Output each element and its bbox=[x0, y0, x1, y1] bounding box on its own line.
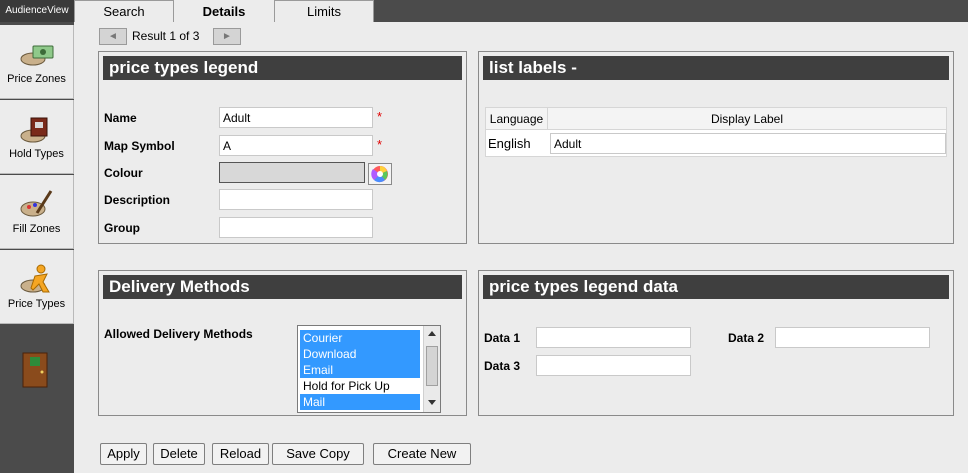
group-input[interactable] bbox=[219, 217, 373, 238]
data-2-input[interactable] bbox=[775, 327, 930, 348]
listbox-scrollbar[interactable] bbox=[423, 326, 440, 412]
sidebar-item-price-types[interactable]: Price Types bbox=[0, 250, 74, 324]
sidebar-item-label: Price Zones bbox=[7, 73, 66, 85]
map-symbol-label: Map Symbol bbox=[104, 139, 175, 153]
sidebar-item-price-zones[interactable]: Price Zones bbox=[0, 25, 74, 99]
sidebar: AudienceView Price Zones Hold Types Fill… bbox=[0, 0, 74, 473]
next-result-button[interactable]: ► bbox=[213, 28, 241, 45]
scroll-down-icon[interactable] bbox=[428, 400, 436, 405]
description-label: Description bbox=[104, 193, 171, 207]
result-counter: Result 1 of 3 bbox=[132, 29, 200, 43]
list-item[interactable]: Hold for Pick Up bbox=[300, 378, 420, 394]
delivery-methods-listbox[interactable]: Courier Download Email Hold for Pick Up … bbox=[297, 325, 441, 413]
data-3-label: Data 3 bbox=[484, 359, 521, 373]
required-marker: * bbox=[377, 109, 383, 124]
panel-title: price types legend bbox=[103, 56, 462, 80]
panel-title: price types legend data bbox=[483, 275, 949, 299]
sidebar-item-fill-zones[interactable]: Fill Zones bbox=[0, 175, 74, 249]
scroll-thumb[interactable] bbox=[426, 346, 438, 386]
sidebar-item-hold-types[interactable]: Hold Types bbox=[0, 100, 74, 174]
apply-button[interactable]: Apply bbox=[100, 443, 147, 465]
panel-title: Delivery Methods bbox=[103, 275, 462, 299]
column-header-display-label: Display Label bbox=[548, 108, 946, 130]
exit-door-icon[interactable] bbox=[20, 350, 50, 390]
list-item[interactable]: Mail bbox=[300, 394, 420, 410]
list-item[interactable]: Courier bbox=[300, 330, 420, 346]
create-new-button[interactable]: Create New bbox=[373, 443, 471, 465]
description-input[interactable] bbox=[219, 189, 373, 210]
tab-limits[interactable]: Limits bbox=[274, 0, 374, 22]
fill-zones-icon bbox=[20, 190, 52, 217]
tab-search[interactable]: Search bbox=[74, 0, 174, 22]
display-label-input[interactable] bbox=[550, 133, 946, 154]
colour-picker-icon[interactable] bbox=[368, 163, 392, 185]
tab-details[interactable]: Details bbox=[174, 0, 274, 24]
column-header-language: Language bbox=[486, 108, 548, 130]
data-2-label: Data 2 bbox=[728, 331, 765, 345]
sidebar-item-label: Price Types bbox=[7, 298, 66, 310]
data-3-input[interactable] bbox=[536, 355, 691, 376]
hold-types-icon bbox=[20, 117, 47, 143]
price-types-icon bbox=[20, 264, 50, 293]
save-copy-button[interactable]: Save Copy bbox=[272, 443, 364, 465]
data-1-label: Data 1 bbox=[484, 331, 521, 345]
name-label: Name bbox=[104, 111, 137, 125]
price-zones-icon bbox=[20, 45, 53, 66]
list-item[interactable]: Download bbox=[300, 346, 420, 362]
required-marker: * bbox=[377, 137, 383, 152]
colour-label: Colour bbox=[104, 166, 143, 180]
sidebar-item-label: Hold Types bbox=[9, 148, 64, 160]
previous-result-button[interactable]: ◄ bbox=[99, 28, 127, 45]
allowed-delivery-methods-label: Allowed Delivery Methods bbox=[104, 327, 253, 341]
table-cell-language: English bbox=[488, 136, 531, 151]
list-labels-table: Language Display Label English bbox=[485, 107, 947, 157]
list-item[interactable]: Email bbox=[300, 362, 420, 378]
colour-field[interactable] bbox=[219, 162, 365, 183]
reload-button[interactable]: Reload bbox=[212, 443, 269, 465]
panel-title: list labels - bbox=[483, 56, 949, 80]
app-brand: AudienceView bbox=[0, 0, 74, 22]
name-input[interactable] bbox=[219, 107, 373, 128]
scroll-up-icon[interactable] bbox=[428, 331, 436, 336]
group-label: Group bbox=[104, 221, 140, 235]
map-symbol-input[interactable] bbox=[219, 135, 373, 156]
delete-button[interactable]: Delete bbox=[153, 443, 205, 465]
sidebar-item-label: Fill Zones bbox=[12, 223, 61, 235]
data-1-input[interactable] bbox=[536, 327, 691, 348]
